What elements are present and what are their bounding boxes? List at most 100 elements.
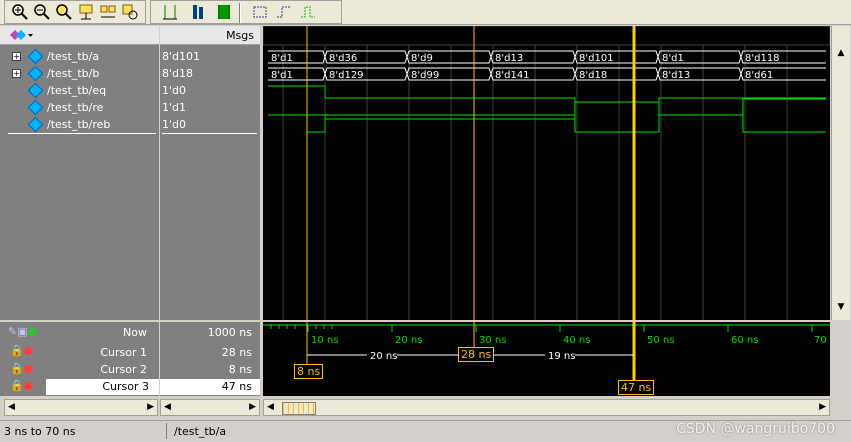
cursor-1-icons[interactable]: 🔒● xyxy=(10,344,33,361)
wave-edge-icon[interactable] xyxy=(275,3,293,21)
signal-value: 8'd18 xyxy=(162,67,194,80)
scroll-left-icon[interactable]: ◀ xyxy=(267,402,274,412)
wave-fill-icon[interactable] xyxy=(215,3,233,21)
value-pane-hscroll[interactable]: ◀ ▶ xyxy=(160,399,260,416)
delete-cursor-icon: ● xyxy=(23,379,34,392)
bus-b-label: 8'd129 xyxy=(329,70,364,81)
add-cursor-icon[interactable]: ● xyxy=(28,325,38,338)
signal-row-re[interactable]: /test_tb/re xyxy=(0,99,159,116)
status-range: 3 ns to 70 ns xyxy=(4,425,76,438)
wave-re[interactable] xyxy=(268,98,826,120)
cursor-2-tag[interactable]: 8 ns xyxy=(294,364,324,379)
signal-value: 1'd0 xyxy=(162,84,187,97)
bus-b-label: 8'd99 xyxy=(411,70,439,81)
signal-row-a[interactable]: + /test_tb/a xyxy=(0,48,159,65)
now-icon: ✎▣ xyxy=(8,325,28,338)
signal-row-b[interactable]: + /test_tb/b xyxy=(0,65,159,82)
zoom-prev-icon[interactable] xyxy=(99,3,117,21)
cursor-1-value: 28 ns xyxy=(221,346,252,359)
value-row-eq: 1'd0 xyxy=(160,82,260,99)
bus-b-label: 8'd141 xyxy=(495,70,530,81)
msgs-header: Msgs xyxy=(160,26,260,45)
timeline-pane[interactable]: 10 ns 20 ns 30 ns 40 ns 50 ns 60 ns 70 2… xyxy=(263,322,830,396)
tick-label: 50 ns xyxy=(647,335,674,346)
lock-icon: 🔒 xyxy=(10,379,24,392)
watermark: CSDN @wangruibo700 xyxy=(676,421,835,437)
bus-a-label: 8'd101 xyxy=(579,53,614,64)
waveform-canvas[interactable]: 8'd1 8'd36 8'd9 8'd13 8'd101 8'd1 8'd118… xyxy=(262,25,831,320)
tick-label: 20 ns xyxy=(395,335,422,346)
signal-row-reb[interactable]: /test_tb/reb xyxy=(0,116,159,133)
cursor-name-pane[interactable]: ✎▣● Now 🔒● Cursor 1 🔒● Cursor 2 🔒● Curso… xyxy=(0,322,159,396)
scroll-down-icon[interactable]: ▼ xyxy=(834,302,848,316)
cursor-3-value: 47 ns xyxy=(160,379,260,395)
signal-value-pane[interactable]: Msgs 8'd101 8'd18 1'd0 1'd1 1'd0 xyxy=(160,26,260,320)
waveform-pane[interactable]: 8'd1 8'd36 8'd9 8'd13 8'd101 8'd1 8'd118… xyxy=(262,25,831,320)
delete-cursor-icon: ● xyxy=(23,344,34,357)
signal-diamond-icon xyxy=(27,99,44,116)
tick-label: 60 ns xyxy=(731,335,758,346)
signal-diamond-icon xyxy=(27,116,44,133)
name-pane-hscroll[interactable]: ◀ ▶ xyxy=(4,399,158,416)
wave-step-icon[interactable] xyxy=(251,3,269,21)
scroll-thumb[interactable] xyxy=(282,402,316,415)
value-row-reb: 1'd0 xyxy=(160,116,260,133)
wave-display-icon[interactable] xyxy=(161,3,179,21)
signal-value: 1'd1 xyxy=(162,101,187,114)
cursor-1-tag[interactable]: 28 ns xyxy=(458,347,495,362)
timeline-canvas[interactable]: 10 ns 20 ns 30 ns 40 ns 50 ns 60 ns 70 2… xyxy=(263,322,830,396)
signal-diamond-icon xyxy=(27,82,44,99)
scroll-right-icon[interactable]: ▶ xyxy=(249,402,256,412)
cursor-3-label[interactable]: Cursor 3 xyxy=(46,379,159,395)
wave-reb[interactable] xyxy=(268,114,826,133)
signal-name: /test_tb/re xyxy=(47,101,104,114)
tick-label: 70 xyxy=(814,335,827,346)
cursor-3-tag[interactable]: 47 ns xyxy=(618,380,655,395)
zoom-area-icon[interactable] xyxy=(121,3,139,21)
scroll-right-icon[interactable]: ▶ xyxy=(147,402,154,412)
cursor-2-icons[interactable]: 🔒● xyxy=(10,362,33,379)
tick-label: 10 ns xyxy=(311,335,338,346)
delta-label-2: 19 ns xyxy=(548,351,575,362)
bus-a-label: 8'd1 xyxy=(662,53,684,64)
toolbar-separator xyxy=(239,3,241,23)
scroll-right-icon[interactable]: ▶ xyxy=(819,402,826,412)
status-bar: 3 ns to 70 ns /test_tb/a CSDN @wangruibo… xyxy=(0,420,851,442)
scroll-left-icon[interactable]: ◀ xyxy=(164,402,171,412)
scroll-up-icon[interactable]: ▲ xyxy=(834,48,848,62)
wave-pane-hscroll[interactable]: ◀ ▶ xyxy=(263,399,830,416)
wave-pulse-icon[interactable] xyxy=(299,3,317,21)
bus-b-label: 8'd13 xyxy=(662,70,690,81)
signal-name-pane[interactable]: + /test_tb/a + /test_tb/b /test_tb/eq /t… xyxy=(0,26,159,320)
delta-label-1: 20 ns xyxy=(370,351,397,362)
delete-cursor-icon: ● xyxy=(23,362,34,375)
signal-row-eq[interactable]: /test_tb/eq xyxy=(0,82,159,99)
msgs-label: Msgs xyxy=(226,29,254,42)
zoom-cursor-icon[interactable] xyxy=(77,3,95,21)
zoom-toolbar-group xyxy=(4,0,146,24)
wave-eq[interactable] xyxy=(268,85,826,103)
signal-menu-icon[interactable] xyxy=(8,28,34,42)
tick-label: 40 ns xyxy=(563,335,590,346)
bus-a-label: 8'd118 xyxy=(745,53,780,64)
zoom-out-icon[interactable] xyxy=(33,3,51,21)
wave-bar-icon[interactable] xyxy=(189,3,207,21)
insertion-marker xyxy=(162,133,257,134)
bus-a-label: 8'd36 xyxy=(329,53,357,64)
insertion-marker xyxy=(8,133,156,134)
expand-icon[interactable]: + xyxy=(12,52,21,61)
vertical-scrollbar[interactable]: ▲ ▼ xyxy=(831,26,850,320)
cursor-1-label: Cursor 1 xyxy=(100,346,147,359)
zoom-full-icon[interactable] xyxy=(55,3,73,21)
expand-icon[interactable]: + xyxy=(12,69,21,78)
toolbar xyxy=(0,0,851,25)
scroll-left-icon[interactable]: ◀ xyxy=(8,402,15,412)
cursor-value-pane: 1000 ns 28 ns 8 ns 47 ns xyxy=(160,322,260,396)
signal-name: /test_tb/eq xyxy=(47,84,107,97)
signal-name: /test_tb/reb xyxy=(47,118,111,131)
signal-name: /test_tb/a xyxy=(47,50,100,63)
status-selected: /test_tb/a xyxy=(174,425,227,438)
cursor-3-icons[interactable]: 🔒● xyxy=(10,379,33,396)
value-row-a: 8'd101 xyxy=(160,48,260,65)
zoom-in-icon[interactable] xyxy=(11,3,29,21)
